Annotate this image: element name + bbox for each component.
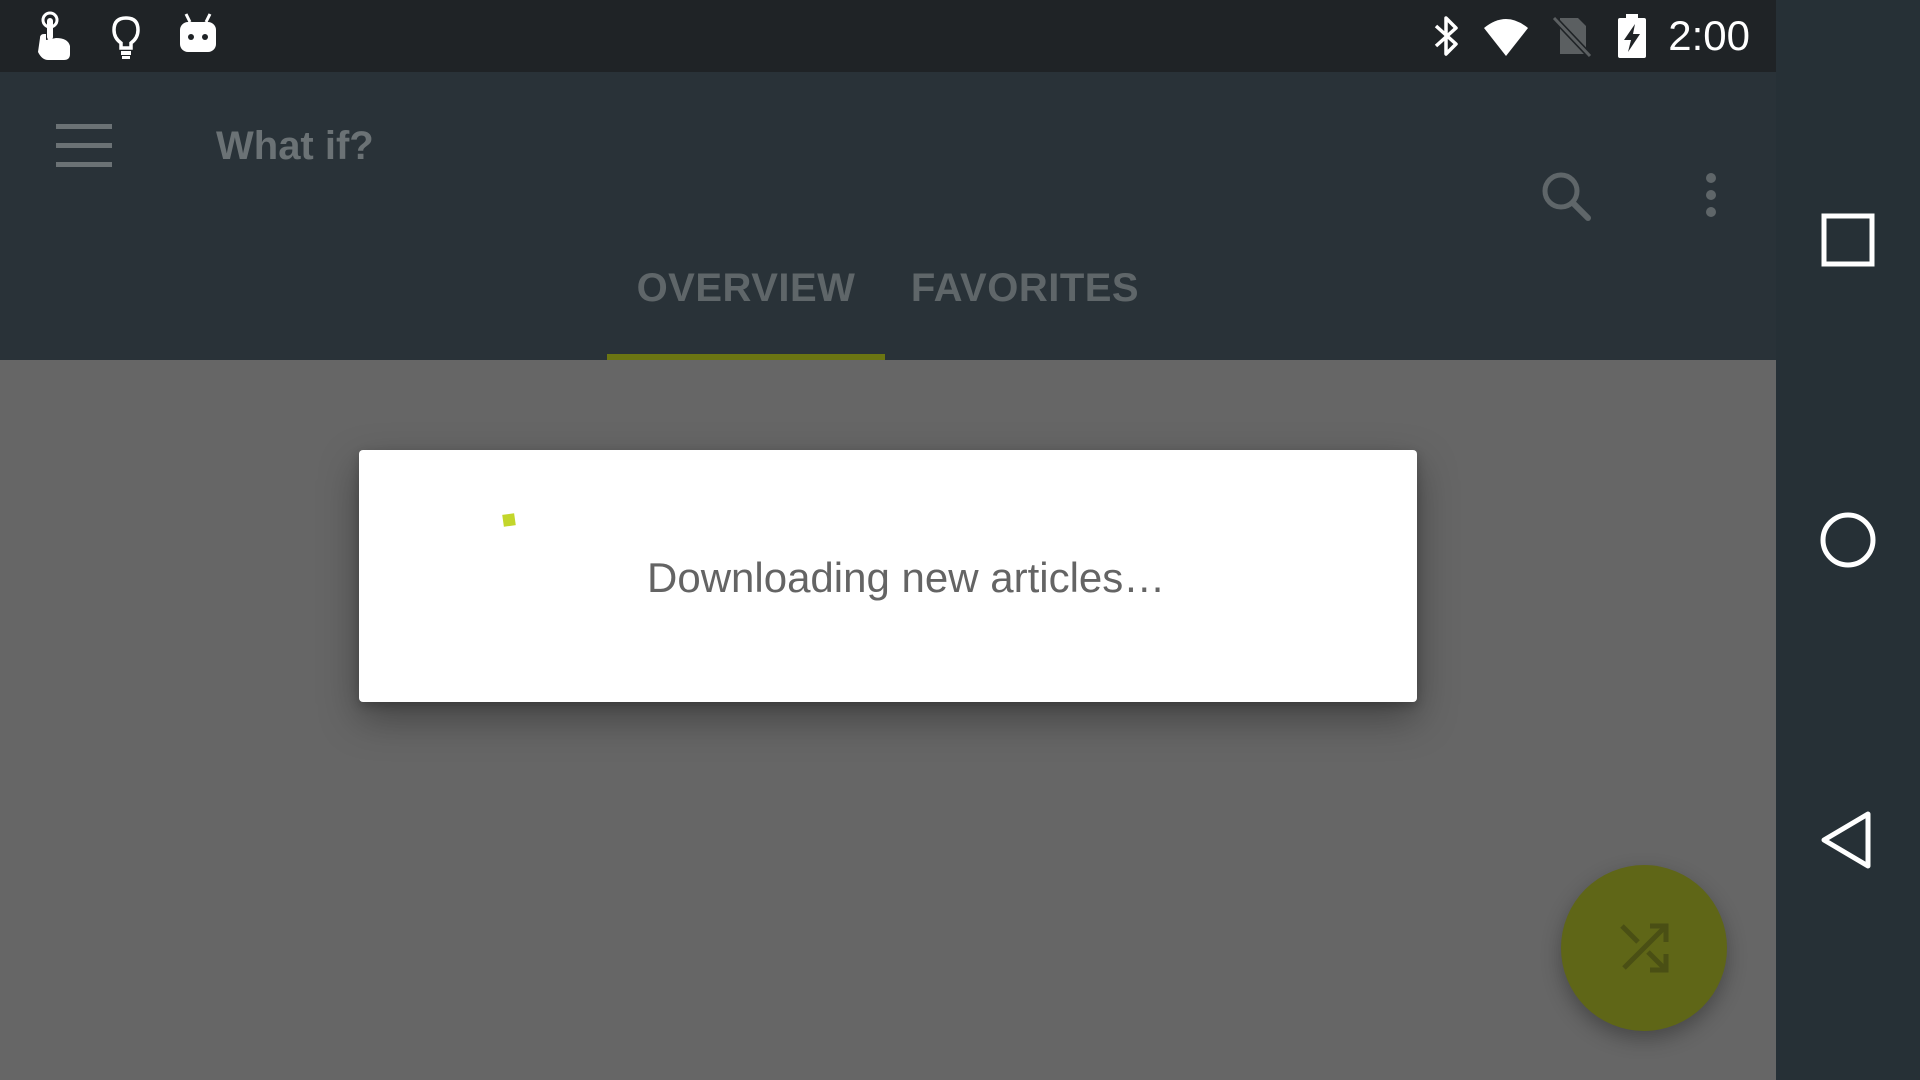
wifi-icon (1484, 19, 1528, 56)
lightbulb-icon (112, 16, 140, 59)
tab-bar: OVERVIEW FAVORITES (607, 252, 1165, 360)
tab-overview-label: OVERVIEW (636, 266, 856, 310)
no-sim-icon (1551, 15, 1593, 59)
screen: 2:00 What if? OVERVIEW FAVORITES Downloa… (0, 0, 1920, 1080)
app-title: What if? (216, 124, 374, 168)
status-clock: 2:00 (1668, 12, 1750, 59)
more-vert-icon[interactable] (1686, 168, 1736, 224)
android-debug-icon (180, 13, 216, 52)
tab-selected-indicator (607, 354, 885, 360)
back-triangle-icon[interactable] (1818, 810, 1878, 870)
app-area: 2:00 What if? OVERVIEW FAVORITES Downloa… (0, 0, 1776, 1080)
home-circle-icon[interactable] (1818, 510, 1878, 570)
shuffle-fab-button[interactable] (1561, 865, 1727, 1031)
tab-overview[interactable]: OVERVIEW (607, 252, 885, 360)
status-bar: 2:00 (0, 0, 1776, 72)
progress-spinner (502, 513, 516, 527)
search-icon[interactable] (1538, 168, 1594, 224)
battery-charging-icon (1618, 14, 1646, 58)
dialog-message: Downloading new articles… (647, 554, 1166, 601)
navigation-bar (1776, 0, 1920, 1080)
shuffle-icon (1620, 923, 1669, 973)
bluetooth-icon (1434, 16, 1458, 56)
tab-favorites-label: FAVORITES (910, 266, 1140, 310)
app-toolbar: What if? OVERVIEW FAVORITES (0, 72, 1776, 360)
hamburger-menu-icon[interactable] (52, 116, 114, 176)
progress-dialog: Downloading new articles… (359, 450, 1417, 702)
tab-favorites[interactable]: FAVORITES (885, 252, 1165, 360)
touch-app-icon (38, 11, 70, 60)
recents-square-icon[interactable] (1818, 210, 1878, 270)
